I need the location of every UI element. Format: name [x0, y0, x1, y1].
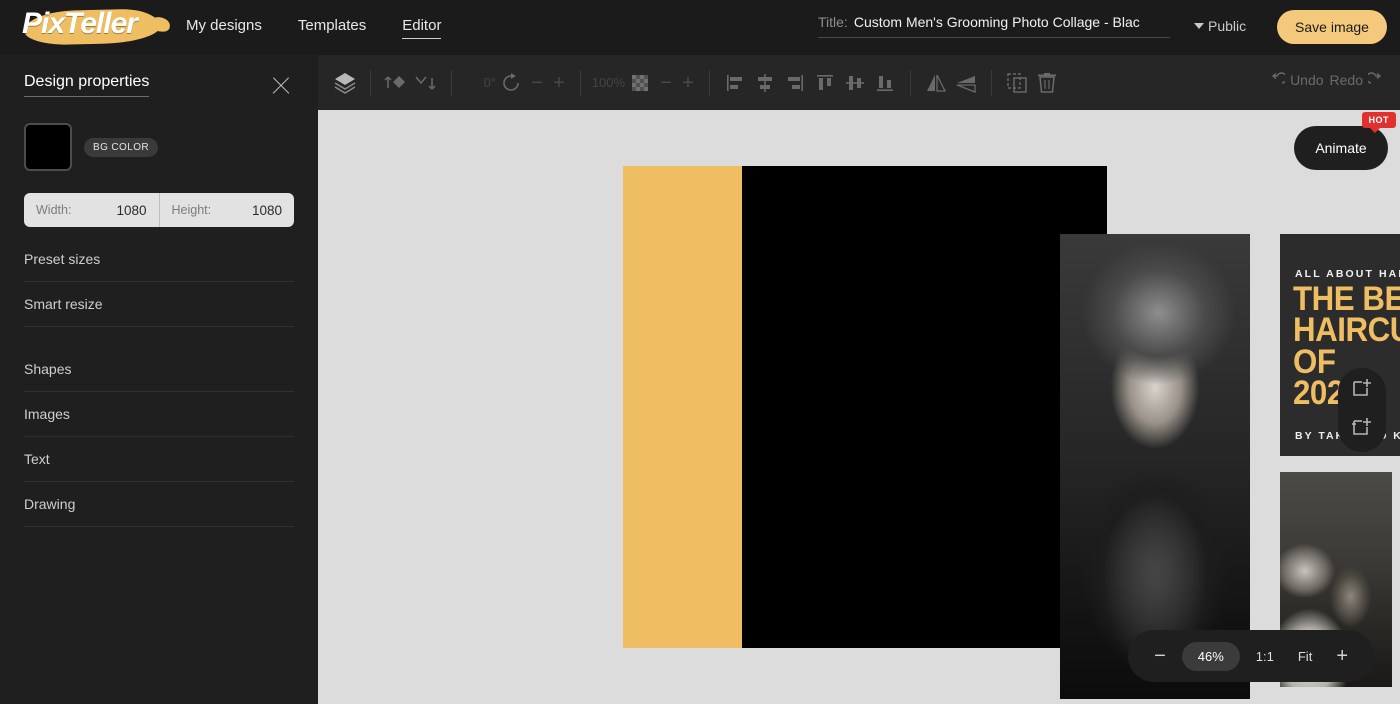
save-image-button[interactable]: Save image: [1277, 10, 1387, 44]
nav-item-my-designs[interactable]: My designs: [186, 17, 262, 39]
send-backward-icon[interactable]: [411, 68, 441, 98]
opacity-increase-button[interactable]: +: [677, 73, 699, 93]
rotation-value: 0°: [483, 75, 496, 90]
sidebar-item-drawing[interactable]: Drawing: [24, 482, 294, 527]
bg-color-swatch[interactable]: [24, 123, 72, 171]
sidebar-item-preset-sizes[interactable]: Preset sizes: [24, 237, 294, 282]
rotation-decrease-button[interactable]: −: [526, 73, 548, 93]
pixteller-editor: PixTeller My designs Templates Editor Ti…: [0, 0, 1400, 704]
bg-color-label: BG COLOR: [84, 137, 158, 157]
redo-button[interactable]: Redo: [1330, 72, 1384, 88]
align-right-icon[interactable]: [780, 68, 810, 98]
undo-label: Undo: [1290, 72, 1324, 88]
poster-kicker: ALL ABOUT HAIR: [1295, 268, 1400, 280]
align-center-horizontal-icon[interactable]: [750, 68, 780, 98]
status-badge: HOT: [1361, 112, 1396, 133]
opacity-decrease-button[interactable]: −: [655, 73, 677, 93]
width-label: Width:: [36, 203, 72, 217]
canvas-stage[interactable]: ALL ABOUT HAIR THE BEST HAIRCUTS OF 2020…: [318, 110, 1400, 704]
flip-horizontal-icon[interactable]: [921, 68, 951, 98]
title-label: Title:: [818, 14, 848, 30]
undo-redo-group: Undo Redo: [1269, 72, 1384, 88]
redo-label: Redo: [1329, 72, 1363, 88]
trash-icon[interactable]: [1032, 68, 1062, 98]
sidebar-item-text[interactable]: Text: [24, 437, 294, 482]
align-middle-vertical-icon[interactable]: [840, 68, 870, 98]
zoom-actual-size-button[interactable]: 1:1: [1248, 649, 1282, 664]
zoom-fit-button[interactable]: Fit: [1290, 649, 1320, 664]
opacity-value: 100%: [591, 75, 625, 90]
layers-icon[interactable]: [330, 68, 360, 98]
nav-item-editor[interactable]: Editor: [402, 17, 442, 39]
bring-forward-icon[interactable]: [381, 68, 411, 98]
accent-block[interactable]: [623, 166, 743, 648]
main-nav-links: My designs Templates Editor: [186, 17, 442, 39]
visibility-label: Public: [1208, 18, 1247, 34]
toolbar-divider: [451, 69, 452, 96]
sidebar-item-smart-resize[interactable]: Smart resize: [24, 282, 294, 327]
add-page-icon[interactable]: [1350, 376, 1374, 405]
width-value: 1080: [116, 202, 147, 218]
toolbar-divider: [991, 69, 992, 96]
toolbar-divider: [370, 69, 371, 96]
undo-button[interactable]: Undo: [1269, 72, 1324, 88]
nav-item-templates[interactable]: Templates: [298, 17, 366, 39]
sidebar-item-images[interactable]: Images: [24, 392, 294, 437]
design-properties-sidebar: Design properties BG COLOR Width: 1080 H…: [0, 55, 318, 704]
align-bottom-icon[interactable]: [870, 68, 900, 98]
top-navigation-bar: PixTeller My designs Templates Editor Ti…: [0, 0, 1400, 55]
align-left-icon[interactable]: [720, 68, 750, 98]
zoom-in-button[interactable]: +: [1328, 646, 1356, 666]
animate-control: Animate HOT: [1294, 112, 1396, 170]
bg-color-row: BG COLOR: [24, 123, 294, 171]
align-top-icon[interactable]: [810, 68, 840, 98]
pixteller-logo[interactable]: PixTeller: [18, 4, 164, 50]
toolbar-divider: [910, 69, 911, 96]
rotation-increase-button[interactable]: +: [548, 73, 570, 93]
page-actions-pill: [1338, 368, 1386, 452]
rotate-icon[interactable]: [496, 68, 526, 98]
sidebar-header: Design properties: [24, 73, 294, 99]
toolbar-divider: [580, 69, 581, 96]
toolbar-divider: [709, 69, 710, 96]
dimensions-row: Width: 1080 Height: 1080: [24, 193, 294, 227]
page-title: Design properties: [24, 73, 150, 97]
design-title-field[interactable]: Title: Custom Men's Grooming Photo Colla…: [818, 14, 1170, 38]
height-value: 1080: [251, 202, 282, 218]
visibility-dropdown[interactable]: Public: [1194, 18, 1246, 34]
duplicate-icon[interactable]: [1002, 68, 1032, 98]
height-input[interactable]: Height: 1080: [158, 193, 294, 227]
zoom-level-value[interactable]: 46%: [1181, 641, 1240, 671]
editor-toolbar: 0° − + 100% − + Undo Redo: [318, 55, 1400, 110]
design-canvas[interactable]: ALL ABOUT HAIR THE BEST HAIRCUTS OF 2020…: [742, 166, 1400, 699]
height-label: Height:: [171, 203, 212, 217]
flip-vertical-icon[interactable]: [951, 68, 981, 98]
sidebar-item-shapes[interactable]: Shapes: [24, 347, 294, 392]
duplicate-page-icon[interactable]: [1350, 415, 1374, 444]
width-input[interactable]: Width: 1080: [24, 193, 159, 227]
logo-text: PixTeller: [22, 7, 138, 40]
zoom-controls: − 46% 1:1 Fit +: [1128, 630, 1374, 682]
zoom-out-button[interactable]: −: [1146, 646, 1174, 666]
title-value[interactable]: Custom Men's Grooming Photo Collage - Bl…: [854, 14, 1140, 30]
opacity-checker-icon[interactable]: [625, 68, 655, 98]
poster-title-line-2: HAIRCUTS OF: [1293, 311, 1400, 381]
sidebar-menu: Preset sizes Smart resize Shapes Images …: [24, 237, 294, 527]
close-icon[interactable]: [268, 73, 294, 99]
chevron-down-icon: [1194, 23, 1204, 29]
